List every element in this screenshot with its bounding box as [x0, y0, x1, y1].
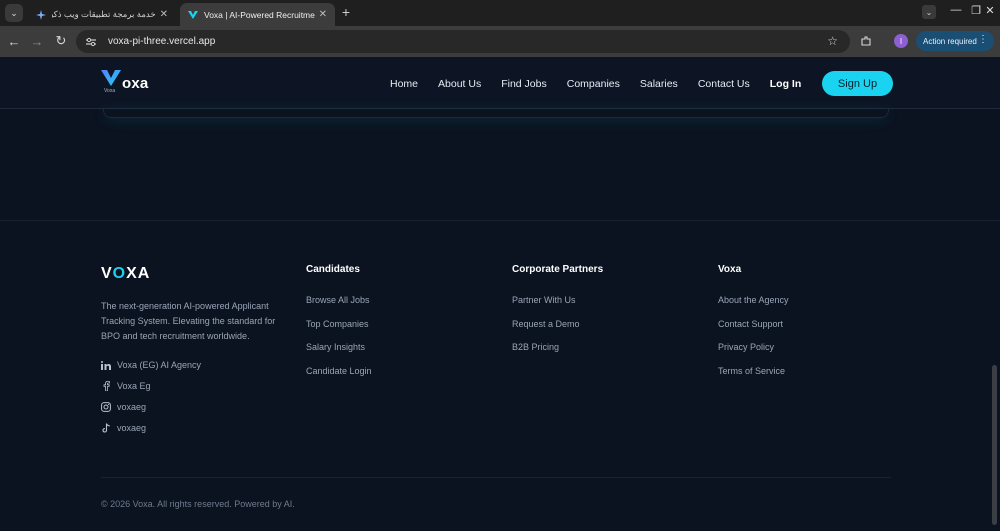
nav-companies[interactable]: Companies [567, 78, 620, 90]
footer-column-candidates: Candidates Browse All Jobs Top Companies… [306, 264, 372, 389]
footer-link-top-companies[interactable]: Top Companies [306, 319, 372, 343]
logo-small-text: Voxa [104, 88, 116, 94]
action-required-label: Action required [923, 36, 977, 46]
footer-description: The next-generation AI-powered Applicant… [101, 301, 276, 341]
footer-link-contact-support[interactable]: Contact Support [718, 319, 789, 343]
more-menu-icon[interactable]: ⋮ [978, 34, 988, 45]
column-heading: Voxa [718, 264, 742, 275]
reload-icon[interactable]: ↻ [53, 33, 69, 49]
footer-link-terms-of-service[interactable]: Terms of Service [718, 366, 789, 390]
browser-tab-bar: ⌄ خدمة برمجة تطبيقات ويب ذكية ... ✕ Voxa… [0, 0, 1000, 26]
footer-link-privacy-policy[interactable]: Privacy Policy [718, 342, 789, 366]
content-card-edge [103, 109, 889, 118]
voxa-page: Voxa oxa Home About Us Find Jobs Compani… [0, 57, 1000, 531]
footer-link-b2b-pricing[interactable]: B2B Pricing [512, 342, 603, 366]
footer-column-corporate-partners: Corporate Partners Partner With Us Reque… [512, 264, 603, 366]
new-tab-button[interactable]: + [338, 4, 354, 20]
site-logo[interactable]: Voxa oxa [101, 70, 149, 94]
address-bar[interactable]: voxa-pi-three.vercel.app ☆ [76, 30, 850, 53]
action-required-button[interactable]: Action required ⋮ [916, 31, 994, 51]
nav-find-jobs[interactable]: Find Jobs [501, 78, 547, 90]
brand-letters-xa: XA [126, 265, 151, 282]
column-heading: Candidates [306, 264, 360, 275]
footer-link-partner-with-us[interactable]: Partner With Us [512, 295, 603, 319]
forward-arrow-icon[interactable]: → [29, 33, 45, 49]
bookmark-star-icon[interactable]: ☆ [827, 34, 838, 48]
copyright-text: © 2026 Voxa. All rights reserved. Powere… [101, 499, 295, 509]
tiktok-icon [101, 423, 111, 433]
page-scrollbar-thumb[interactable] [992, 365, 997, 525]
social-tiktok[interactable]: voxaeg [101, 423, 146, 433]
footer-link-about-agency[interactable]: About the Agency [718, 295, 789, 319]
voxa-v-icon: Voxa [101, 70, 121, 94]
social-instagram[interactable]: voxaeg [101, 402, 146, 412]
footer-link-request-demo[interactable]: Request a Demo [512, 319, 603, 343]
sign-up-button[interactable]: Sign Up [822, 71, 893, 96]
tab-arabic-service[interactable]: خدمة برمجة تطبيقات ويب ذكية ... ✕ [28, 3, 176, 26]
browser-toolbar: ← → ↻ voxa-pi-three.vercel.app ☆ [0, 26, 1000, 57]
nav-home[interactable]: Home [390, 78, 418, 90]
social-facebook[interactable]: Voxa Eg [101, 381, 151, 391]
logo-word: oxa [122, 75, 149, 92]
main-nav: Home About Us Find Jobs Companies Salari… [390, 78, 821, 90]
tab-list-chevron-icon[interactable]: ⌄ [922, 5, 936, 19]
nav-salaries[interactable]: Salaries [640, 78, 678, 90]
tab-voxa[interactable]: Voxa | AI-Powered Recruitment ✕ [180, 3, 335, 26]
close-tab-icon[interactable]: ✕ [160, 9, 168, 20]
minimize-icon[interactable]: — [946, 4, 966, 16]
footer-divider [0, 220, 1000, 221]
site-settings-icon[interactable] [84, 35, 98, 49]
footer-bottom-divider [101, 477, 891, 478]
social-label: voxaeg [117, 423, 147, 433]
tab-search-button[interactable]: ⌄ [5, 4, 23, 22]
profile-avatar[interactable]: I [894, 34, 908, 48]
footer-link-candidate-login[interactable]: Candidate Login [306, 366, 372, 390]
social-label: voxaeg [117, 402, 147, 412]
sparkle-icon [36, 9, 46, 20]
footer-brand: VOXA [101, 265, 150, 283]
social-linkedin[interactable]: Voxa (EG) AI Agency [101, 360, 201, 370]
footer-column-voxa: Voxa About the Agency Contact Support Pr… [718, 264, 789, 389]
social-label: Voxa Eg [117, 381, 151, 391]
tab-title: خدمة برمجة تطبيقات ويب ذكية ... [52, 9, 156, 19]
back-arrow-icon[interactable]: ← [6, 33, 22, 49]
facebook-icon [101, 381, 111, 391]
voxa-logo-icon [188, 10, 198, 20]
instagram-icon [101, 402, 111, 412]
brand-letter-v: V [101, 265, 113, 282]
brand-letter-o: O [112, 265, 127, 282]
close-window-icon[interactable]: ✕ [980, 4, 1000, 17]
column-heading: Corporate Partners [512, 264, 604, 275]
url-text: voxa-pi-three.vercel.app [108, 36, 216, 47]
linkedin-icon [101, 360, 111, 370]
tab-title: Voxa | AI-Powered Recruitment [204, 9, 315, 20]
nav-login[interactable]: Log In [770, 78, 802, 90]
extensions-icon[interactable] [858, 33, 874, 49]
close-tab-icon[interactable]: ✕ [319, 9, 327, 20]
site-navbar: Voxa oxa Home About Us Find Jobs Compani… [0, 57, 1000, 109]
footer-link-salary-insights[interactable]: Salary Insights [306, 342, 372, 366]
nav-about-us[interactable]: About Us [438, 78, 481, 90]
footer-link-browse-all-jobs[interactable]: Browse All Jobs [306, 295, 372, 319]
social-label: Voxa (EG) AI Agency [117, 360, 202, 370]
nav-contact-us[interactable]: Contact Us [698, 78, 750, 90]
